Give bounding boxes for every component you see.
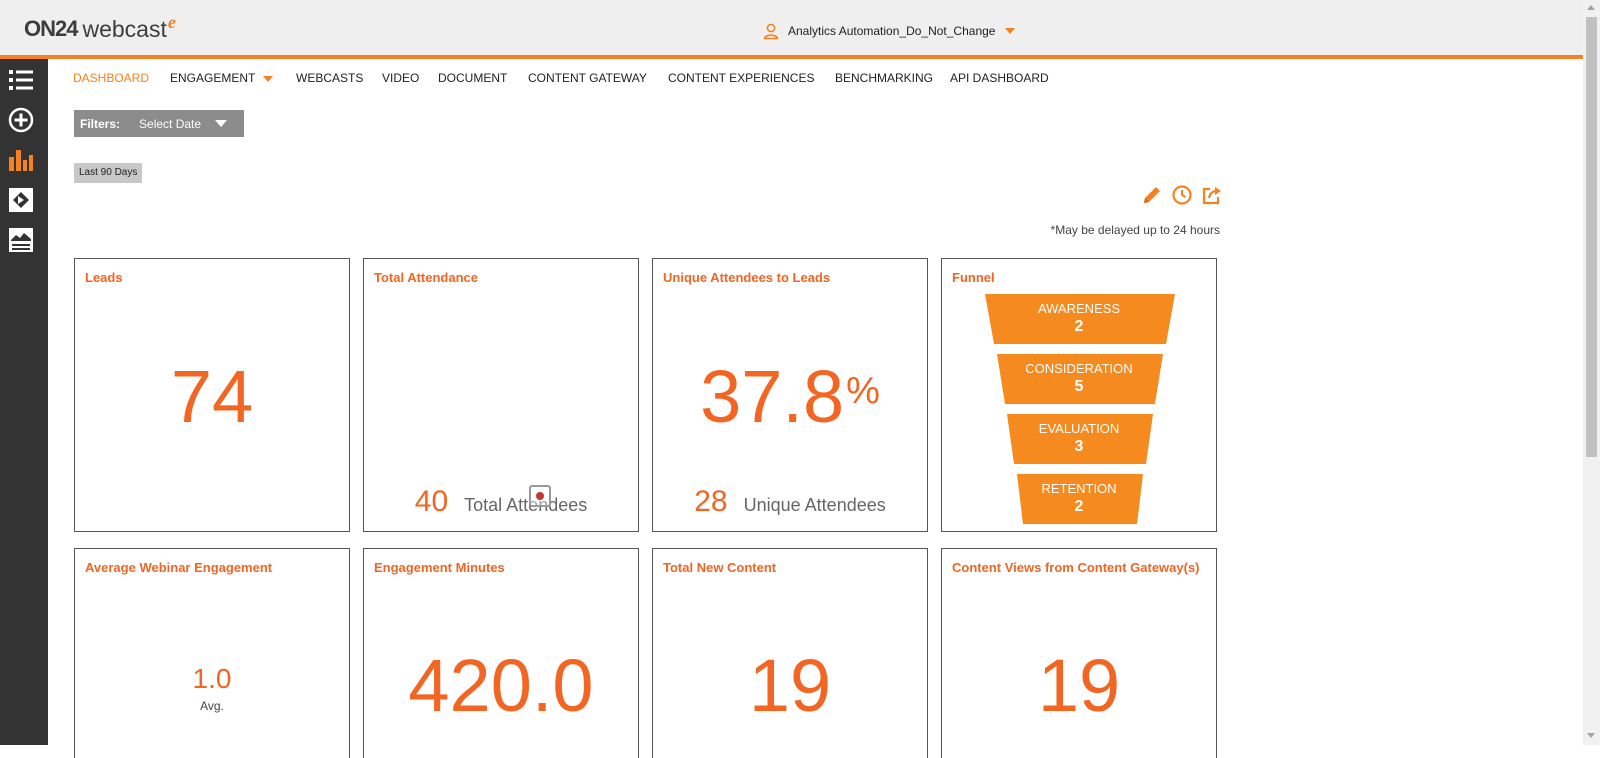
card-title: Total Attendance [374,270,479,285]
clock-icon [1172,185,1192,205]
tab-benchmarking[interactable]: BENCHMARKING [835,70,933,86]
delay-note: *May be delayed up to 24 hours [1050,223,1220,237]
tab-video[interactable]: VIDEO [382,70,419,86]
tab-engagement-label: ENGAGEMENT [170,71,256,85]
sidebar-item-pages[interactable] [7,226,35,254]
card-unique-attendees-to-leads[interactable]: Unique Attendees to Leads 37.8% 28 Uniqu… [652,258,928,532]
tab-engagement[interactable]: ENGAGEMENT [170,70,274,86]
left-sidebar [0,59,48,745]
card-funnel[interactable]: Funnel AWARENESS 2 CONSIDERATION 5 EVALUAT… [941,258,1217,532]
funnel-step-value: 2 [1074,318,1084,335]
date-filter-select[interactable]: Select Date [139,116,228,131]
logo-product: webcast [82,16,167,42]
funnel-step-value: 2 [1074,498,1084,515]
active-filter-chip[interactable]: Last 90 Days [74,163,143,183]
card-title: Content Views from Content Gateway(s) [952,560,1200,575]
card-title: Leads [85,270,123,285]
account-selector[interactable]: Analytics Automation_Do_Not_Change [762,22,1016,40]
avg-engagement-label: Avg. [200,699,224,713]
card-title: Engagement Minutes [374,560,505,575]
scroll-up-arrow-icon[interactable] [1587,5,1595,10]
user-icon [763,23,779,40]
scroll-down-arrow-icon[interactable] [1587,733,1595,738]
logo-brand: ON24 [24,16,78,41]
media-frame-icon [9,188,33,212]
card-total-new-content[interactable]: Total New Content 19 [652,548,928,758]
share-button[interactable] [1201,184,1223,206]
pencil-icon [1144,187,1160,203]
sidebar-item-add[interactable] [7,106,35,134]
funnel-step-consideration[interactable]: CONSIDERATION 5 [942,354,1216,404]
funnel-step-label: EVALUATION [1038,421,1120,436]
app-header: ON24 webcast e Analytics Automation_Do_N… [0,0,1583,59]
tab-content-gateway[interactable]: CONTENT GATEWAY [528,70,647,86]
funnel-step-retention[interactable]: RETENTION 2 [942,474,1216,524]
funnel-step-value: 3 [1074,438,1084,455]
tab-content-experiences[interactable]: CONTENT EXPERIENCES [668,70,814,86]
percent-sign: % [846,370,880,412]
card-content-gateway-views[interactable]: Content Views from Content Gateway(s) 19 [941,548,1217,758]
share-icon [1202,187,1221,205]
total-attendees-count: 40 [414,485,449,518]
chevron-down-icon [215,120,228,127]
landscape-panel-icon [9,228,33,252]
conversion-number: 37.8 [700,355,845,438]
gateway-views-value: 19 [1037,644,1121,727]
new-content-value: 19 [748,644,832,727]
engagement-minutes-value: 420.0 [408,644,594,727]
card-title: Unique Attendees to Leads [663,270,831,285]
sidebar-item-analytics[interactable] [7,146,35,174]
filters-bar: Filters: Select Date [74,110,244,137]
on24-logo[interactable]: ON24 webcast e [24,12,176,44]
account-name: Analytics Automation_Do_Not_Change [788,24,996,38]
card-leads[interactable]: Leads 74 [74,258,350,532]
funnel-step-awareness[interactable]: AWARENESS 2 [942,294,1216,344]
vertical-scrollbar[interactable] [1583,0,1600,745]
attendance-summary: 40 Total Attendees [364,485,638,519]
conversion-value: 37.8% [653,357,927,437]
chevron-down-icon [263,75,274,82]
tab-webcasts[interactable]: WEBCASTS [296,70,363,86]
unique-attendees-summary: 28 Unique Attendees [653,485,927,519]
card-title: Funnel [952,270,995,285]
card-title: Total New Content [663,560,777,575]
total-attendees-label: Total Attendees [464,495,588,515]
funnel-step-label: RETENTION [1041,481,1117,496]
sidebar-item-list[interactable] [7,66,35,94]
tab-document[interactable]: DOCUMENT [438,70,507,86]
list-icon [9,70,33,90]
date-filter-value: Select Date [139,116,202,131]
sidebar-item-media[interactable] [7,186,35,214]
scrollbar-thumb[interactable] [1586,17,1597,457]
unique-attendees-label: Unique Attendees [743,495,886,515]
history-button[interactable] [1171,184,1193,206]
card-engagement-minutes[interactable]: Engagement Minutes 420.0 [363,548,639,758]
funnel-step-label: CONSIDERATION [1025,361,1133,376]
funnel-step-value: 5 [1074,378,1084,395]
add-circle-icon [8,107,34,133]
tab-api-dashboard[interactable]: API DASHBOARD [950,70,1049,86]
card-average-webinar-engagement[interactable]: Average Webinar Engagement 1.0 Avg. [74,548,350,758]
funnel-step-label: AWARENESS [1037,301,1121,316]
card-title: Average Webinar Engagement [85,560,273,575]
leads-value: 74 [170,355,254,438]
mouse-cursor-icon [529,485,551,507]
tab-dashboard[interactable]: DASHBOARD [73,70,149,86]
unique-attendees-count: 28 [694,485,728,518]
logo-suffix: e [167,12,176,32]
funnel-step-evaluation[interactable]: EVALUATION 3 [942,414,1216,464]
chevron-down-icon [1005,28,1016,34]
bar-chart-icon [9,150,33,171]
card-total-attendance[interactable]: Total Attendance 40 Total Attendees [363,258,639,532]
edit-button[interactable] [1141,184,1163,206]
filters-label: Filters: [80,116,121,131]
avg-engagement-value: 1.0 [192,663,232,694]
